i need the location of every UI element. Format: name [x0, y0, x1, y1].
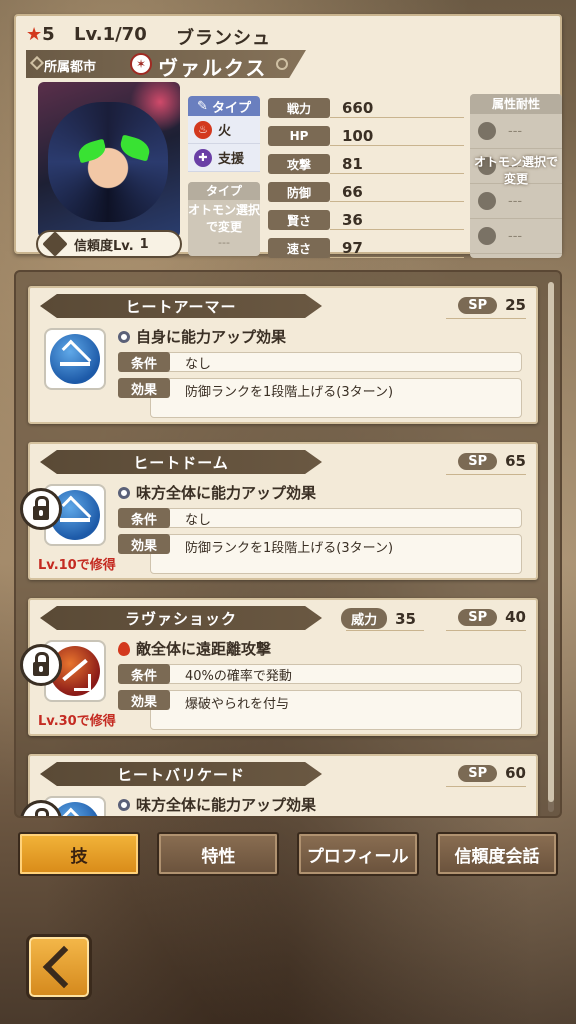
city-emblem-icon: ✶: [130, 53, 152, 75]
skills-list[interactable]: ヒートアーマー SP 25 自身に能力アップ効果 なし 条件 防御ランクを1段階上げ…: [14, 270, 562, 818]
stat-row: 賢さ 36: [268, 206, 464, 234]
unlock-requirement: Lv.30で修得: [38, 714, 116, 729]
role-row: ✚ 支援: [188, 144, 260, 172]
stat-row: 攻撃 81: [268, 150, 464, 178]
resist-row: ---: [470, 114, 562, 149]
skill-card[interactable]: ヒートドーム SP 65 味方全体に能力アップ効果 なし 条件 防御ランクを1段階上…: [20, 442, 538, 580]
city-label: 所属都市: [44, 60, 97, 75]
skill-card[interactable]: ヒートバリケード SP 60 味方全体に能力アップ効果: [20, 754, 538, 816]
neutral-bullet-icon: [118, 486, 130, 499]
neutral-bullet-icon: [118, 330, 130, 343]
skill-name: ヒートアーマー: [40, 294, 322, 318]
rarity: ★5: [26, 24, 55, 45]
sp-cost: SP 65: [458, 452, 526, 470]
stat-row: 速さ 97: [268, 234, 464, 262]
fire-resist-icon: [478, 122, 496, 140]
character-name: ヴァルクス: [158, 56, 268, 80]
element-row: ♨ 火: [188, 116, 260, 144]
effect-row: 防御ランクを1段階上げる(3ターン) 効果: [118, 378, 522, 418]
tab-bar: 技 特性 プロフィール 信頼度会話: [18, 832, 558, 878]
sp-cost: SP 25: [458, 296, 526, 314]
unlock-requirement: Lv.10で修得: [38, 558, 116, 573]
skill-icon: [44, 328, 106, 390]
resist-row: ---: [470, 184, 562, 219]
monstie-type-value: ---: [218, 236, 230, 249]
thunder-resist-icon: [478, 192, 496, 210]
tab-skills[interactable]: 技: [18, 832, 140, 876]
tab-trust-talk[interactable]: 信頼度会話: [435, 832, 558, 876]
defense-up-icon: [50, 334, 100, 384]
neutral-bullet-icon: [118, 798, 130, 811]
monstie-type-note: オトモン選択で変更: [188, 203, 261, 234]
resistance-panel: 属性耐性 --- --- --- --- オトモン選択で変更: [470, 94, 562, 258]
skill-description: 敵全体に遠距離攻撃: [118, 638, 271, 659]
sp-cost: SP 40: [458, 608, 526, 626]
sp-cost: SP 60: [458, 764, 526, 782]
support-icon: ✚: [194, 148, 212, 167]
lock-icon: [20, 488, 62, 530]
stat-row: HP 100: [268, 122, 464, 150]
stats-panel: 戦力 660 HP 100 攻撃 81 防御 66 賢さ 36 速さ 97: [268, 94, 464, 262]
fire-bullet-icon: [118, 641, 130, 656]
monstie-type-header: タイプ: [188, 182, 260, 200]
skill-name: ラヴァショック: [40, 606, 322, 630]
fire-icon: ♨: [194, 120, 212, 139]
back-arrow-icon: [42, 945, 86, 989]
level-text: Lv.1/70: [74, 24, 147, 45]
trust-label: 信頼度Lv.: [74, 238, 134, 254]
trust-icon: [42, 231, 68, 257]
tab-traits[interactable]: 特性: [157, 832, 280, 876]
back-button[interactable]: [26, 934, 92, 1000]
skill-name: ヒートバリケード: [40, 762, 322, 786]
resistance-header: 属性耐性: [470, 94, 562, 114]
star-icon: ★: [26, 24, 43, 45]
condition-row: なし 条件: [118, 352, 522, 374]
monstie-type-panel: タイプ オトモン選択で変更 ---: [188, 182, 260, 256]
type-panel: ✎ タイプ ♨ 火 ✚ 支援: [188, 96, 260, 176]
lock-icon: [20, 644, 62, 686]
skill-card[interactable]: ラヴァショック 威力 35 SP 40 敵全体に遠距離攻撃 40%の確率で発動 条件 …: [20, 598, 538, 736]
type-icon: ✎: [197, 98, 208, 114]
resistance-note: オトモン選択で変更: [473, 155, 558, 186]
condition-row: なし 条件: [118, 508, 522, 530]
tab-profile[interactable]: プロフィール: [296, 832, 419, 876]
resist-row: ---: [470, 219, 562, 254]
trust-level: 1: [139, 236, 149, 252]
skill-name: ヒートドーム: [40, 450, 322, 474]
spiral-icon: [276, 58, 288, 70]
power-value: 威力 35: [341, 608, 416, 629]
character-header-card: ★5 Lv.1/70 ブランシュ 所属都市 ✶ ヴァルクス 信頼度Lv. 1 ✎…: [14, 14, 562, 258]
character-subname: ブランシュ: [176, 28, 271, 49]
trust-level-pill: 信頼度Lv. 1: [36, 230, 182, 258]
skill-description: 自身に能力アップ効果: [118, 326, 286, 347]
skill-card[interactable]: ヒートアーマー SP 25 自身に能力アップ効果 なし 条件 防御ランクを1段階上げ…: [28, 286, 538, 424]
condition-row: 40%の確率で発動 条件: [118, 664, 522, 686]
stat-row: 防御 66: [268, 178, 464, 206]
character-portrait: [38, 82, 180, 238]
skill-description: 味方全体に能力アップ効果: [118, 794, 316, 815]
scrollbar-thumb[interactable]: [548, 282, 554, 802]
effect-row: 爆破やられを付与 効果: [118, 690, 522, 730]
effect-row: 防御ランクを1段階上げる(3ターン) 効果: [118, 534, 522, 574]
stat-row: 戦力 660: [268, 94, 464, 122]
type-header: ✎ タイプ: [188, 96, 260, 116]
skill-description: 味方全体に能力アップ効果: [118, 482, 316, 503]
dragon-resist-icon: [478, 227, 496, 245]
